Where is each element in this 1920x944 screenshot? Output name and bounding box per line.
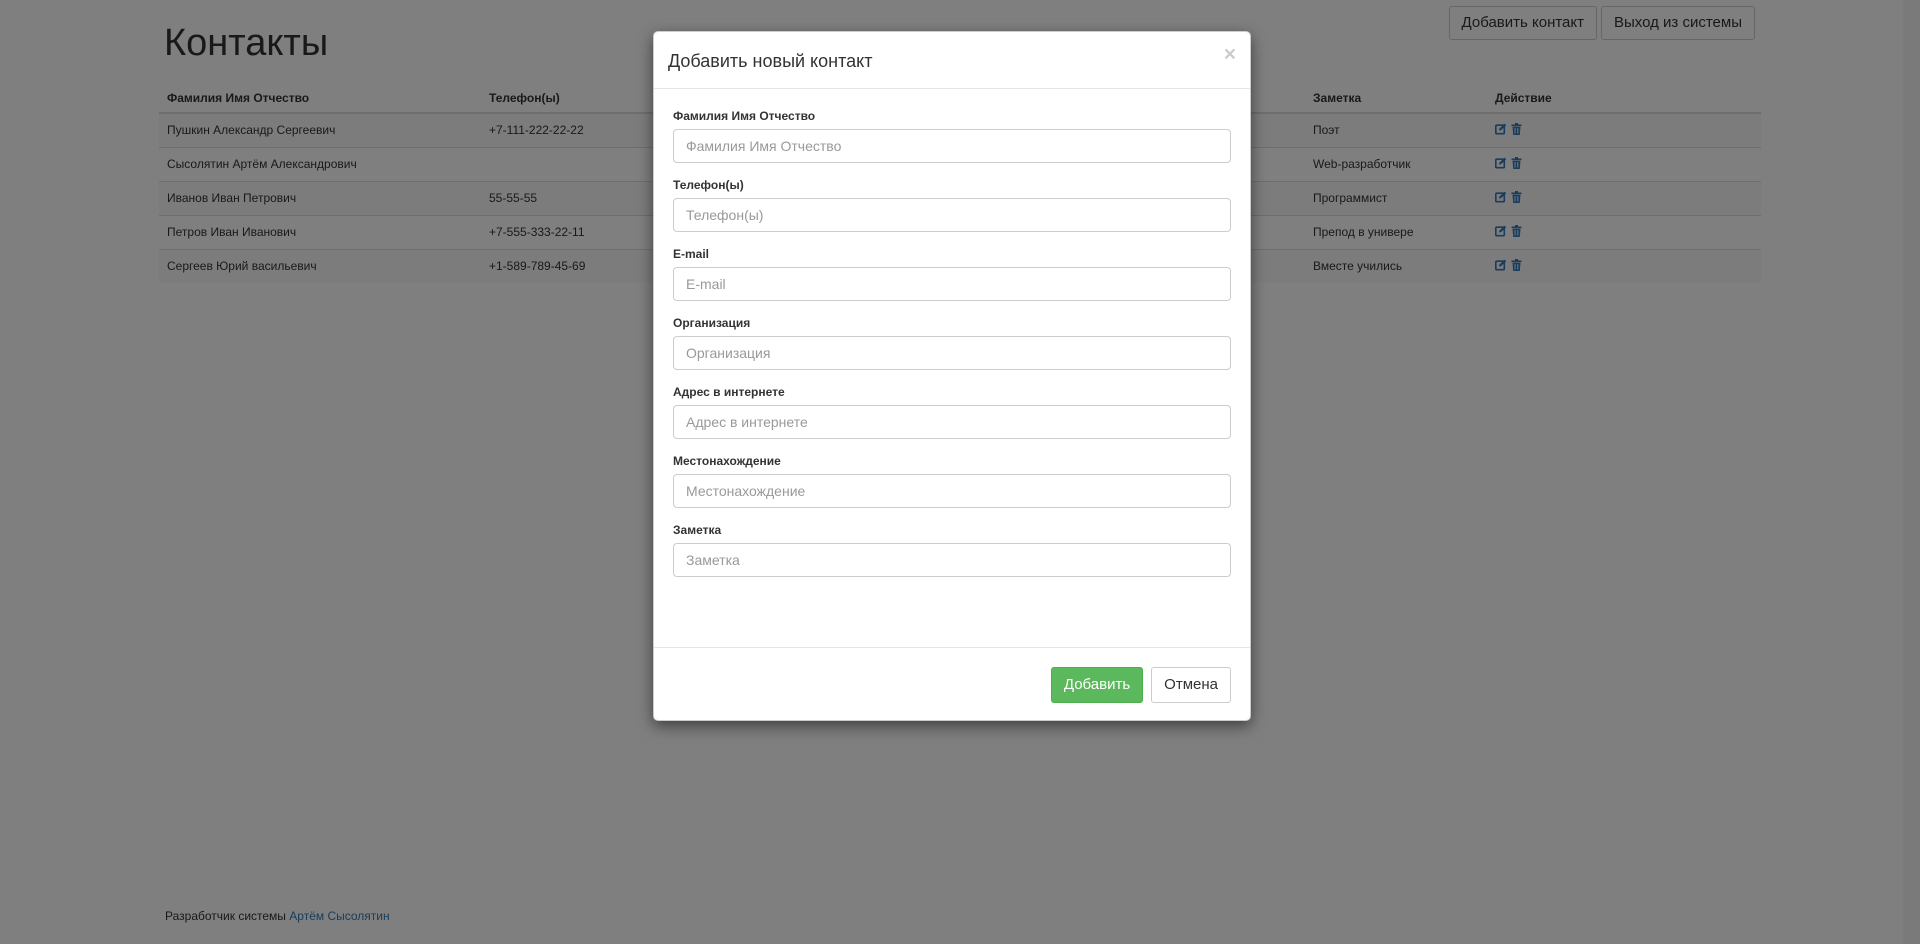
modal-body: Фамилия Имя Отчество Телефон(ы) E-mail О…	[654, 89, 1250, 607]
location-input[interactable]	[673, 474, 1231, 508]
add-contact-modal: Добавить новый контакт × Фамилия Имя Отч…	[653, 31, 1251, 721]
note-input[interactable]	[673, 543, 1231, 577]
modal-header: Добавить новый контакт ×	[654, 32, 1250, 89]
website-label: Адрес в интернете	[673, 385, 785, 399]
name-label: Фамилия Имя Отчество	[673, 109, 816, 123]
cancel-button[interactable]: Отмена	[1151, 667, 1231, 703]
organization-input[interactable]	[673, 336, 1231, 370]
modal-title: Добавить новый контакт	[668, 51, 873, 71]
close-icon[interactable]: ×	[1224, 44, 1236, 65]
form-group-name: Фамилия Имя Отчество	[673, 109, 1231, 163]
name-input[interactable]	[673, 129, 1231, 163]
email-label: E-mail	[673, 247, 710, 261]
modal-footer: Добавить Отмена	[654, 647, 1250, 722]
form-group-web: Адрес в интернете	[673, 385, 1231, 439]
form-group-email: E-mail	[673, 247, 1231, 301]
location-label: Местонахождение	[673, 454, 781, 468]
add-button[interactable]: Добавить	[1050, 667, 1144, 703]
form-group-phone: Телефон(ы)	[673, 178, 1231, 232]
page-scrollbar[interactable]	[1903, 0, 1920, 944]
website-input[interactable]	[673, 405, 1231, 439]
organization-label: Организация	[673, 316, 751, 330]
form-group-note: Заметка	[673, 523, 1231, 577]
phone-input[interactable]	[673, 198, 1231, 232]
form-group-location: Местонахождение	[673, 454, 1231, 508]
note-label: Заметка	[673, 523, 722, 537]
email-input[interactable]	[673, 267, 1231, 301]
form-group-org: Организация	[673, 316, 1231, 370]
phone-label: Телефон(ы)	[673, 178, 744, 192]
